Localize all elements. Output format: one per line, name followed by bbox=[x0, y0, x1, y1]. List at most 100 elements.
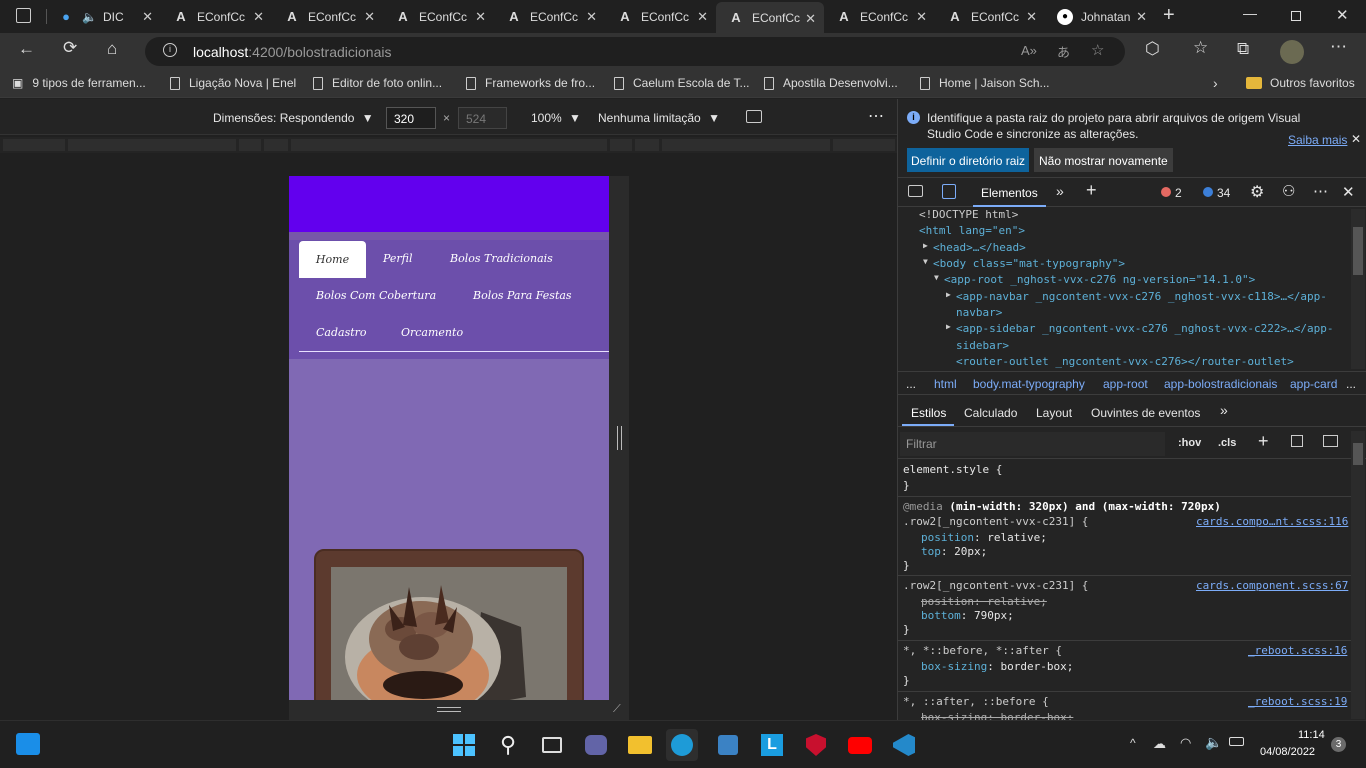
close-icon[interactable]: ✕ bbox=[697, 9, 708, 25]
breadcrumb-item[interactable]: html bbox=[934, 377, 957, 391]
tab-econf[interactable]: A EConfCc ✕ bbox=[272, 0, 383, 33]
settings-icon[interactable]: ⚙ bbox=[1250, 182, 1264, 202]
css-selector[interactable]: .row2[_ngcontent-vvx-c231] { bbox=[903, 515, 1088, 528]
css-overridden-declaration[interactable]: position: relative; bbox=[921, 595, 1047, 608]
collapse-arrow-icon[interactable]: ▼ bbox=[923, 257, 928, 266]
bookmark-item[interactable]: Home | Jaison Sch... bbox=[920, 76, 1050, 90]
css-selector[interactable]: *, ::after, ::before { bbox=[903, 695, 1049, 708]
dimensions-select[interactable]: Dimensões: Respondendo ▼ bbox=[213, 111, 374, 125]
address-bar[interactable]: i localhost:4200/bolostradicionais A» あ … bbox=[145, 37, 1125, 66]
dom-node[interactable]: <body class="mat-typography"> bbox=[933, 257, 1125, 270]
vscode-icon[interactable] bbox=[888, 729, 920, 761]
css-selector[interactable]: *, *::before, *::after { bbox=[903, 644, 1062, 657]
bookmark-item[interactable]: Frameworks de fro... bbox=[466, 76, 595, 90]
customize-icon[interactable]: ⚇ bbox=[1282, 182, 1295, 200]
device-toggle-icon[interactable] bbox=[942, 184, 956, 199]
set-root-button[interactable]: Definir o diretório raiz bbox=[907, 148, 1030, 172]
close-icon[interactable]: ✕ bbox=[586, 9, 597, 25]
chevron-right-icon[interactable]: › bbox=[1213, 75, 1218, 91]
file-explorer-icon[interactable] bbox=[624, 729, 656, 761]
tab-elements[interactable]: Elementos bbox=[981, 186, 1038, 200]
close-icon[interactable]: ✕ bbox=[142, 9, 153, 25]
more-icon[interactable]: ⋯ bbox=[1330, 37, 1347, 57]
more-options-icon[interactable]: ⋯ bbox=[868, 106, 884, 126]
widgets-icon[interactable] bbox=[16, 733, 40, 755]
collapse-arrow-icon[interactable]: ▼ bbox=[934, 273, 939, 282]
product-card[interactable] bbox=[314, 549, 584, 700]
css-value[interactable]: border-box; bbox=[1000, 660, 1073, 673]
errors-badge[interactable]: 2 bbox=[1161, 186, 1182, 200]
css-value[interactable]: 20px; bbox=[954, 545, 987, 558]
source-link[interactable]: cards.component.scss:67 bbox=[1196, 579, 1348, 592]
width-input[interactable]: 320 bbox=[386, 107, 436, 129]
info-icon[interactable]: i bbox=[163, 43, 177, 57]
minimize-icon[interactable]: — bbox=[1243, 5, 1257, 21]
dom-node[interactable]: <app-sidebar _ngcontent-vvx-c276 _nghost… bbox=[956, 322, 1334, 335]
ruler-segment[interactable] bbox=[239, 139, 261, 151]
restore-icon[interactable] bbox=[1291, 11, 1301, 21]
bookmark-item[interactable]: ▣ 9 tipos de ferramen... bbox=[12, 76, 146, 90]
tab-econf[interactable]: A EConfCc ✕ bbox=[161, 0, 272, 33]
close-icon[interactable]: ✕ bbox=[916, 9, 927, 25]
dom-scrollbar[interactable] bbox=[1351, 209, 1365, 369]
tab-actions-icon[interactable] bbox=[16, 8, 31, 23]
dom-node[interactable]: navbar> bbox=[956, 306, 1002, 319]
corner-resize-icon[interactable]: ⟋ bbox=[613, 703, 621, 716]
source-link[interactable]: _reboot.scss:19 bbox=[1248, 695, 1347, 708]
close-devtools-icon[interactable]: ✕ bbox=[1342, 183, 1355, 201]
more-tabs-icon[interactable]: » bbox=[1220, 402, 1228, 418]
start-icon[interactable] bbox=[448, 729, 480, 761]
tab-econf-active[interactable]: A EConfCc ✕ bbox=[716, 2, 824, 33]
bookmark-item[interactable]: Ligação Nova | Enel bbox=[170, 76, 296, 90]
breadcrumb-item[interactable]: ... bbox=[1346, 377, 1356, 391]
volume-icon[interactable]: 🔈 bbox=[1205, 734, 1222, 751]
task-view-icon[interactable] bbox=[536, 729, 568, 761]
ruler-segment[interactable] bbox=[833, 139, 895, 151]
close-icon[interactable]: ✕ bbox=[364, 9, 375, 25]
home-icon[interactable]: ⌂ bbox=[107, 39, 117, 59]
ruler-segment[interactable] bbox=[662, 139, 830, 151]
throttle-select[interactable]: Nenhuma limitação ▼ bbox=[598, 111, 720, 125]
clock-time[interactable]: 11:14 bbox=[1298, 729, 1325, 741]
close-icon[interactable]: ✕ bbox=[805, 11, 816, 27]
other-favorites[interactable]: Outros favoritos bbox=[1246, 76, 1355, 90]
css-selector[interactable]: .row2[_ngcontent-vvx-c231] { bbox=[903, 579, 1088, 592]
rotate-icon[interactable] bbox=[746, 110, 762, 123]
nav-bolos-para-festas[interactable]: Bolos Para Festas bbox=[473, 289, 572, 302]
close-window-icon[interactable]: ✕ bbox=[1336, 6, 1349, 24]
inspect-icon[interactable] bbox=[908, 185, 923, 197]
dom-node[interactable]: <!DOCTYPE html> bbox=[919, 208, 1018, 221]
tab-event-listeners[interactable]: Ouvintes de eventos bbox=[1091, 406, 1200, 420]
new-tab-icon[interactable]: + bbox=[1163, 4, 1175, 27]
dom-node[interactable]: <app-root _nghost-vvx-c276 ng-version="1… bbox=[944, 273, 1255, 286]
source-link[interactable]: cards.compo…nt.scss:116 bbox=[1196, 515, 1348, 528]
search-icon[interactable]: ⚲ bbox=[492, 729, 524, 761]
add-rule-icon[interactable]: + bbox=[1258, 431, 1269, 452]
drag-handle-icon[interactable] bbox=[617, 426, 622, 450]
close-icon[interactable]: ✕ bbox=[1136, 9, 1147, 25]
breadcrumb-item[interactable]: app-bolostradicionais bbox=[1164, 377, 1277, 391]
tab-dic[interactable]: ● 🔈 DIC ✕ bbox=[46, 0, 161, 33]
nav-orcamento[interactable]: Orcamento bbox=[401, 326, 463, 339]
tab-github[interactable]: ● Johnatan ✕ bbox=[1045, 0, 1155, 33]
translate-icon[interactable]: あ bbox=[1057, 42, 1070, 61]
read-aloud-icon[interactable]: A» bbox=[1021, 43, 1037, 58]
more-icon[interactable]: ⋯ bbox=[1313, 182, 1328, 200]
close-icon[interactable]: ✕ bbox=[475, 9, 486, 25]
css-overridden-declaration[interactable]: box-sizing: border-box; bbox=[921, 711, 1073, 720]
filter-input[interactable]: Filtrar bbox=[900, 432, 1165, 456]
battery-icon[interactable] bbox=[1229, 737, 1244, 746]
cls-toggle[interactable]: .cls bbox=[1218, 437, 1236, 449]
collections-icon[interactable]: ⧉ bbox=[1237, 39, 1249, 59]
notification-badge[interactable]: 3 bbox=[1331, 737, 1346, 752]
css-property[interactable]: position bbox=[921, 531, 974, 544]
mcafee-icon[interactable] bbox=[800, 729, 832, 761]
cloud-icon[interactable]: ☁ bbox=[1153, 736, 1166, 752]
dom-node[interactable]: <app-navbar _ngcontent-vvx-c276 _nghost-… bbox=[956, 290, 1327, 303]
tab-layout[interactable]: Layout bbox=[1036, 406, 1072, 420]
tab-econf[interactable]: A EConfCc ✕ bbox=[494, 0, 605, 33]
tab-computed[interactable]: Calculado bbox=[964, 406, 1017, 420]
breadcrumb-item[interactable]: body.mat-typography bbox=[973, 377, 1085, 391]
tab-econf[interactable]: A EConfCc ✕ bbox=[824, 0, 935, 33]
tab-styles[interactable]: Estilos bbox=[911, 406, 946, 420]
